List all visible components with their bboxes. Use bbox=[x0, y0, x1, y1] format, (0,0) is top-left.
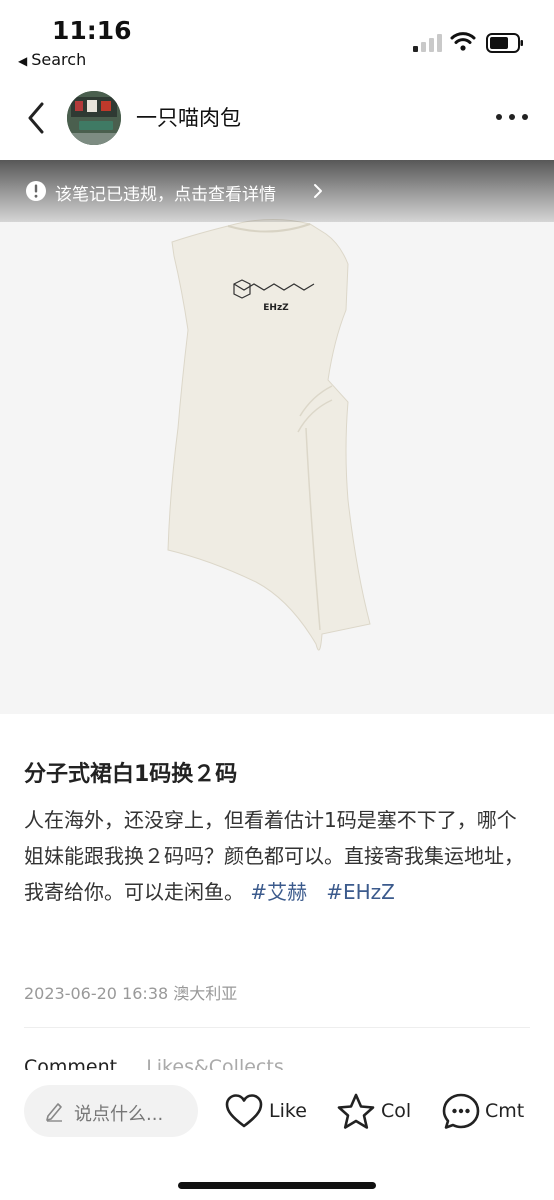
home-indicator[interactable] bbox=[178, 1182, 376, 1189]
like-label: Like bbox=[269, 1100, 307, 1122]
post-meta: 2023-06-20 16:38 澳大利亚 bbox=[24, 980, 237, 1004]
star-icon bbox=[337, 1093, 375, 1129]
comment-bubble-icon bbox=[442, 1093, 480, 1129]
back-to-search-link[interactable]: ◀ Search bbox=[18, 50, 86, 69]
divider bbox=[24, 1027, 530, 1028]
white-dress-image: EHzZ bbox=[167, 219, 371, 651]
author-username[interactable]: 一只喵肉包 bbox=[136, 102, 241, 132]
cellular-signal-icon bbox=[413, 34, 443, 52]
heart-icon bbox=[225, 1094, 263, 1128]
post-title: 分子式裙白1码换２码 bbox=[24, 762, 238, 787]
post-body: 人在海外，还没穿上，但看着估计1码是塞不下了，哪个姐妹能跟我换２码吗？颜色都可以… bbox=[24, 802, 534, 910]
more-horizontal-icon[interactable] bbox=[496, 114, 528, 122]
note-header: 一只喵肉包 bbox=[0, 78, 554, 158]
back-triangle-icon: ◀ bbox=[18, 54, 28, 68]
violation-banner[interactable]: 该笔记已违规，点击查看详情 bbox=[0, 160, 554, 222]
violation-text: 该笔记已违规，点击查看详情 bbox=[55, 185, 276, 205]
bottom-action-bar: 说点什么... Like Col Cmt bbox=[0, 1070, 554, 1200]
hashtag-link[interactable]: #EHzZ bbox=[326, 880, 395, 904]
alert-circle-icon bbox=[26, 181, 46, 201]
status-bar: 11:16 ◀ Search bbox=[0, 0, 554, 78]
battery-icon bbox=[486, 33, 523, 53]
shirt-print-text: EHzZ bbox=[263, 303, 289, 313]
comment-input[interactable]: 说点什么... bbox=[24, 1085, 198, 1137]
author-avatar[interactable] bbox=[67, 91, 121, 145]
back-app-label: Search bbox=[31, 50, 87, 69]
like-button[interactable]: Like bbox=[224, 1092, 310, 1132]
chevron-left-icon[interactable] bbox=[22, 98, 52, 138]
pencil-icon bbox=[46, 1103, 62, 1122]
comment-button[interactable]: Cmt bbox=[441, 1092, 531, 1132]
collect-button[interactable]: Col bbox=[336, 1092, 416, 1132]
collect-label: Col bbox=[381, 1100, 412, 1122]
comment-label: Cmt bbox=[485, 1100, 525, 1122]
chevron-right-icon bbox=[314, 184, 322, 198]
hashtag-link[interactable]: #艾赫 bbox=[250, 880, 307, 904]
wifi-icon bbox=[450, 32, 476, 51]
note-image[interactable]: EHzZ 该笔记已违规，点击查看详情 bbox=[0, 160, 554, 714]
post-location: 澳大利亚 bbox=[173, 984, 238, 1003]
avatar-image bbox=[67, 91, 121, 145]
status-time: 11:16 bbox=[52, 16, 132, 45]
comment-placeholder: 说点什么... bbox=[74, 1104, 164, 1125]
post-date: 2023-06-20 16:38 bbox=[24, 984, 169, 1003]
